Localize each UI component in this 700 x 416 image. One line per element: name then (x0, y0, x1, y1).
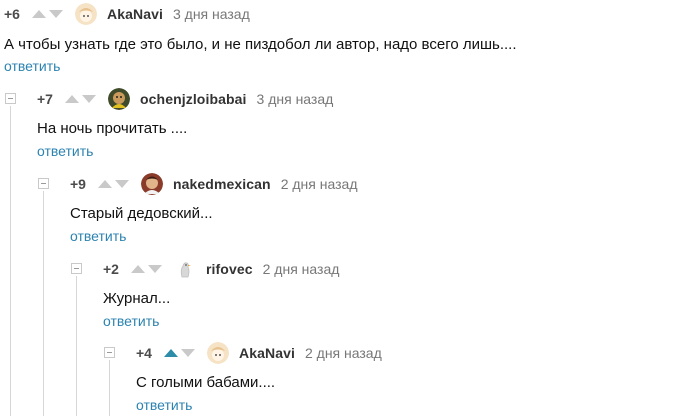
downvote-icon[interactable] (82, 95, 96, 103)
collapse-toggle-icon[interactable] (5, 93, 16, 104)
timestamp[interactable]: 3 дня назад (257, 91, 334, 107)
comment-header: +6 AkaNavi 3 дня назад (4, 1, 250, 27)
reply-link[interactable]: ответить (37, 143, 93, 159)
avatar[interactable] (174, 258, 196, 280)
comment-header: +9 nakedmexican 2 дня назад (70, 171, 357, 197)
rating: +6 (4, 6, 20, 22)
collapse-toggle-icon[interactable] (104, 347, 115, 358)
upvote-icon[interactable] (131, 265, 145, 273)
comment-text: С голыми бабами.... (136, 374, 276, 391)
rating: +9 (70, 176, 86, 192)
thread-line (10, 106, 11, 416)
reply-link[interactable]: ответить (4, 58, 60, 74)
username[interactable]: nakedmexican (173, 176, 271, 192)
timestamp[interactable]: 2 дня назад (305, 345, 382, 361)
username[interactable]: rifovec (206, 261, 253, 277)
comment-header: +2 rifovec 2 дня назад (103, 256, 339, 282)
avatar[interactable] (141, 173, 163, 195)
avatar[interactable] (108, 88, 130, 110)
timestamp[interactable]: 3 дня назад (173, 6, 250, 22)
username[interactable]: AkaNavi (107, 6, 163, 22)
comment-text: Старый дедовский... (70, 205, 213, 222)
timestamp[interactable]: 2 дня назад (263, 261, 340, 277)
downvote-icon[interactable] (115, 180, 129, 188)
thread-line (43, 191, 44, 416)
reply-link[interactable]: ответить (136, 397, 192, 413)
thread-line (109, 360, 110, 416)
reply-link[interactable]: ответить (103, 313, 159, 329)
upvote-icon[interactable] (164, 349, 178, 357)
upvote-icon[interactable] (98, 180, 112, 188)
collapse-toggle-icon[interactable] (71, 263, 82, 274)
timestamp[interactable]: 2 дня назад (281, 176, 358, 192)
comment-text: Журнал... (103, 290, 171, 307)
collapse-toggle-icon[interactable] (38, 178, 49, 189)
avatar[interactable] (75, 3, 97, 25)
rating: +7 (37, 91, 53, 107)
upvote-icon[interactable] (65, 95, 79, 103)
comment-header: +4 AkaNavi 2 дня назад (136, 340, 382, 366)
reply-link[interactable]: ответить (70, 228, 126, 244)
username[interactable]: ochenjzloibabai (140, 91, 247, 107)
upvote-icon[interactable] (32, 10, 46, 18)
downvote-icon[interactable] (148, 265, 162, 273)
downvote-icon[interactable] (181, 349, 195, 357)
avatar[interactable] (207, 342, 229, 364)
comment-header: +7 ochenjzloibabai 3 дня назад (37, 86, 333, 112)
downvote-icon[interactable] (49, 10, 63, 18)
comment-text: А чтобы узнать где это было, и не пиздоб… (4, 36, 517, 53)
comment-text: На ночь прочитать .... (37, 120, 188, 137)
rating: +4 (136, 345, 152, 361)
thread-line (76, 276, 77, 416)
username[interactable]: AkaNavi (239, 345, 295, 361)
rating: +2 (103, 261, 119, 277)
